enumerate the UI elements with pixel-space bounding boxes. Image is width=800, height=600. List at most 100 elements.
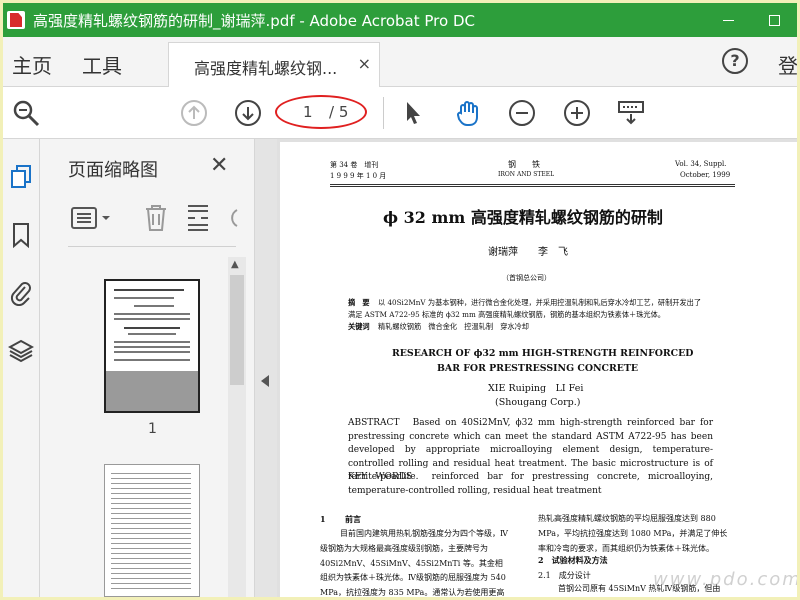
title-bar: 高强度精轧螺纹钢筋的研制_谢瑞萍.pdf - Adobe Acrobat Pro… xyxy=(3,3,797,37)
thumbnail-text-line xyxy=(111,473,191,474)
thumbnail-text-line xyxy=(111,548,191,549)
thumbnail-text-line xyxy=(111,588,191,589)
english-title-line-1: RESEARCH OF ϕ32 mm HIGH-STRENGTH REINFOR… xyxy=(392,348,694,359)
window-title: 高强度精轧螺纹钢筋的研制_谢瑞萍.pdf - Adobe Acrobat Pro… xyxy=(33,11,475,30)
thumbnail-text-line xyxy=(111,498,191,499)
thumbnail-text-line xyxy=(114,318,190,320)
abstract-label: 摘 要 xyxy=(348,298,370,307)
panel-close-icon[interactable]: ✕ xyxy=(210,153,228,178)
page-thumbnails-panel: 页面缩略图 ✕ 1 ▲ xyxy=(40,139,255,597)
zoom-in-icon[interactable] xyxy=(562,98,592,128)
maximize-icon xyxy=(768,14,780,26)
thumbnail-text-line xyxy=(114,341,190,343)
toolbar-divider xyxy=(383,97,384,129)
thumbnail-text-line xyxy=(111,573,191,574)
thumbnail-text-line xyxy=(111,533,191,534)
thumbnail-text-line xyxy=(111,523,191,524)
next-page-icon[interactable] xyxy=(233,98,263,128)
panel-toolbar xyxy=(68,197,239,247)
toolbar: 1 / 5 xyxy=(3,87,797,139)
sign-in-link[interactable]: 登 xyxy=(778,50,797,79)
thumbnail-text-line xyxy=(111,543,191,544)
english-affiliation: (Shougang Corp.) xyxy=(495,397,581,408)
thumbnail-text-line xyxy=(111,508,191,509)
thumbnail-text-line xyxy=(111,478,191,479)
insert-page-icon[interactable] xyxy=(185,203,211,237)
thumbnail-text-line xyxy=(114,351,190,353)
thumbnail-text-line xyxy=(111,568,191,569)
acrobat-app-icon[interactable] xyxy=(7,11,25,29)
zoom-search-icon[interactable] xyxy=(11,98,41,128)
collapse-panel-bar[interactable] xyxy=(255,139,277,597)
watermark: www.pdo.com xyxy=(653,569,797,590)
page-number-field[interactable]: 1 / 5 xyxy=(275,95,367,129)
english-title-line-2: BAR FOR PRESTRESSING CONCRETE xyxy=(437,363,639,374)
thumbnail-text-line xyxy=(114,313,190,315)
zoom-out-icon[interactable] xyxy=(507,98,537,128)
document-tab[interactable]: 高强度精轧螺纹钢... × xyxy=(168,42,380,87)
page-thumbnail-1[interactable] xyxy=(104,279,200,413)
header-rule xyxy=(330,186,735,187)
help-icon[interactable]: ? xyxy=(722,48,748,74)
journal-volume: 第 34 卷 增刊 xyxy=(330,161,379,169)
left-navigation-rail xyxy=(3,139,40,597)
page-thumbnail-2[interactable] xyxy=(104,464,200,597)
scrollbar-thumb[interactable] xyxy=(230,275,244,385)
abstract-text-line-1: 以 40Si2MnV 为基本钢种，进行微合金化处理，并采用控温轧制和轧后穿水冷却… xyxy=(378,298,702,307)
abstract-text-line-2: 满足 ASTM A722-95 标准的 ϕ32 mm 高强度精轧螺纹钢筋，钢筋的… xyxy=(348,310,665,319)
hand-tool-icon[interactable] xyxy=(453,98,483,128)
total-pages-label: / 5 xyxy=(329,103,349,121)
thumbnail-text-line xyxy=(111,493,191,494)
layers-icon[interactable] xyxy=(8,337,34,365)
collapse-arrow-icon[interactable] xyxy=(261,375,269,387)
menu-tools[interactable]: 工具 xyxy=(82,50,122,79)
tab-close-icon[interactable]: × xyxy=(358,54,371,73)
english-keywords: KEY WORDS reinforced bar for prestressin… xyxy=(348,472,713,496)
thumbnail-text-line xyxy=(111,513,191,514)
thumbnail-visible-region xyxy=(106,371,198,411)
rotate-page-icon[interactable] xyxy=(223,205,239,235)
thumbnail-text-line xyxy=(114,346,190,348)
previous-page-icon[interactable] xyxy=(179,98,209,128)
thumbnail-text-line xyxy=(111,488,191,489)
menu-bar: 主页 工具 高强度精轧螺纹钢... × ? 登 xyxy=(3,37,797,87)
journal-date: 1 9 9 9 年 1 0 月 xyxy=(330,172,387,180)
thumbnail-text-line xyxy=(111,483,191,484)
journal-date-en: October, 1999 xyxy=(680,171,731,179)
scroll-up-icon[interactable]: ▲ xyxy=(231,259,239,270)
thumbnail-text-line xyxy=(111,503,191,504)
panel-title: 页面缩略图 xyxy=(68,160,158,181)
thumbnail-text-line xyxy=(111,578,191,579)
section-1-title: 前言 xyxy=(345,514,361,524)
keywords-label: 关键词 xyxy=(348,322,370,331)
keyboard-tools-icon[interactable] xyxy=(616,98,646,128)
thumbnail-text-line xyxy=(111,583,191,584)
bookmarks-icon[interactable] xyxy=(8,221,34,249)
thumbnail-scrollbar[interactable]: ▲ xyxy=(228,257,246,597)
thumbnail-text-line xyxy=(111,528,191,529)
thumbnail-options-icon[interactable] xyxy=(70,205,116,235)
current-page-input[interactable]: 1 xyxy=(303,103,313,121)
journal-name-cn: 钢 铁 xyxy=(508,160,540,169)
paper-title: ϕ 32 mm 高强度精轧螺纹钢筋的研制 xyxy=(383,208,663,227)
thumbnail-text-line xyxy=(114,289,184,291)
pdf-page: 第 34 卷 增刊 1 9 9 9 年 1 0 月 钢 铁 IRON AND S… xyxy=(280,142,797,597)
minimize-button[interactable] xyxy=(705,3,751,37)
page-thumbnails-icon[interactable] xyxy=(8,163,34,191)
menu-home[interactable]: 主页 xyxy=(12,50,52,79)
keywords-text: 精轧螺纹钢筋 微合金化 控温轧制 穿水冷却 xyxy=(378,322,529,331)
document-viewer[interactable]: 第 34 卷 增刊 1 9 9 9 年 1 0 月 钢 铁 IRON AND S… xyxy=(277,139,797,597)
delete-page-icon[interactable] xyxy=(143,203,169,237)
section-2-title: 2 试验材料及方法 xyxy=(538,555,608,565)
thumbnail-text-line xyxy=(124,327,180,329)
left-column-text: 目前国内建筑用热轧钢筋强度分为四个等级，Ⅳ级钢筋为大规格最高强度级别钢筋，主要牌… xyxy=(320,529,508,597)
section-2-1-title: 2.1 成分设计 xyxy=(538,571,591,580)
paper-affiliation: （首钢总公司） xyxy=(502,274,551,282)
maximize-button[interactable] xyxy=(751,3,797,37)
thumbnail-text-line xyxy=(111,518,191,519)
select-cursor-icon[interactable] xyxy=(398,98,428,128)
thumbnail-text-line xyxy=(134,305,174,307)
right-column-text-1: 热轧高强度精轧螺纹钢筋的平均屈服强度达到 880 MPa，平均抗拉强度达到 10… xyxy=(538,514,728,553)
thumbnail-text-line xyxy=(114,297,174,299)
attachments-icon[interactable] xyxy=(8,279,34,307)
